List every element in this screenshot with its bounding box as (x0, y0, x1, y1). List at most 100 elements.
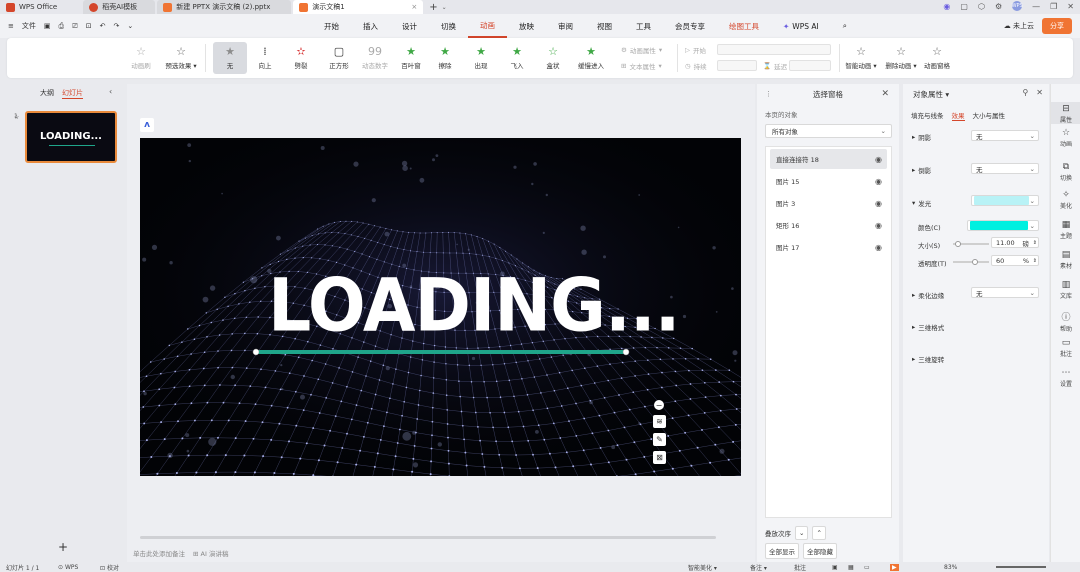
horizontal-scrollbar[interactable] (140, 536, 716, 539)
sidebar-item-transition[interactable]: ⧉ 切换 (1051, 162, 1080, 182)
tab-transition[interactable]: 切换 (429, 14, 468, 38)
collapse-panel-icon[interactable]: ‹ (109, 87, 112, 96)
new-tab-button[interactable]: + (429, 2, 437, 13)
effect-blinds[interactable]: ★ 百叶窗 (397, 42, 425, 74)
glow-color-select[interactable]: ⌄ (967, 220, 1039, 231)
sidebar-item-theme[interactable]: ▦ 主题 (1051, 220, 1080, 240)
reading-view-icon[interactable]: ▭ (864, 564, 870, 571)
tab-slides[interactable]: 幻灯片 (62, 88, 83, 99)
file-menu[interactable]: 文件 (22, 21, 36, 31)
slide-title[interactable]: LOADING... (268, 269, 680, 343)
list-item[interactable]: 图片 3 ◉ (770, 193, 887, 213)
sidebar-item-comments[interactable]: ▭ 批注 (1051, 338, 1080, 358)
animation-properties[interactable]: ⚙ 动画属性 ▾ (621, 45, 662, 55)
move-down-button[interactable]: ⌄ (795, 526, 809, 540)
export-pdf-icon[interactable]: ⎙ (59, 22, 65, 31)
tab-effects[interactable]: 效果 (951, 110, 965, 121)
tab-animation[interactable]: 动画 (468, 14, 507, 38)
tab-wps-office[interactable]: WPS Office (0, 0, 63, 14)
stepper-icon[interactable]: ⇕ (1033, 240, 1037, 246)
skin-icon[interactable]: ⬡ (978, 2, 985, 11)
effect-square[interactable]: ▢ 正方形 (323, 42, 355, 74)
minus-icon[interactable]: − (654, 400, 664, 410)
window-tile-icon[interactable]: ▢ (960, 2, 968, 11)
proofing[interactable]: ⊡ 校对 (100, 563, 119, 572)
save-icon[interactable]: ▣ (44, 22, 51, 30)
delete-animation-button[interactable]: ☆ 删除动画 ▾ (883, 42, 919, 74)
animation-painter-button[interactable]: ☆ 动画刷 (127, 42, 155, 74)
search-icon[interactable]: ⌕ (831, 14, 859, 38)
shadow-section[interactable]: ▸ 阴影 (912, 132, 931, 142)
tab-outline[interactable]: 大纲 (40, 88, 54, 99)
close-icon[interactable]: ✕ (1036, 88, 1043, 97)
redo-icon[interactable]: ↷ (113, 22, 119, 30)
tab-pptx-file[interactable]: 新建 PPTX 演示文稿 (2).pptx (157, 0, 292, 14)
slide[interactable]: LOADING... − ≋ ✎ ⊠ (140, 138, 741, 476)
sidebar-item-help[interactable]: ⓘ 帮助 (1051, 310, 1080, 333)
tab-drawing-tools[interactable]: 绘图工具 (717, 14, 771, 38)
text-properties[interactable]: ⊞ 文本属性 ▾ (621, 61, 662, 71)
sidebar-item-assets[interactable]: ▤ 素材 (1051, 250, 1080, 270)
avatar[interactable]: WPS (1012, 1, 1023, 11)
pen-icon[interactable]: ✎ (653, 433, 666, 446)
tab-fill-line[interactable]: 填充与线条 (911, 110, 944, 121)
comments-toggle[interactable]: 批注 (794, 563, 806, 572)
glow-preset-select[interactable]: ⌄ (971, 195, 1039, 206)
shadow-select[interactable]: 无 ⌄ (971, 130, 1039, 141)
tab-home[interactable]: 开始 (312, 14, 351, 38)
close-window-icon[interactable]: ✕ (1067, 2, 1074, 11)
print-preview-icon[interactable]: ⊡ (86, 22, 92, 30)
duration-input[interactable] (717, 60, 757, 71)
ai-notes-button[interactable]: ⊞ AI 演讲稿 (193, 548, 228, 558)
glow-transparency-slider[interactable] (953, 259, 989, 265)
glow-size-input[interactable]: 11.00 磅 ⇕ (991, 237, 1039, 248)
3d-rotation-section[interactable]: ▸ 三维旋转 (912, 354, 944, 364)
effect-box[interactable]: ☆ 盒状 (541, 42, 565, 74)
effect-dynamic-number[interactable]: 99 动态数字 (359, 42, 391, 74)
list-item[interactable]: 图片 15 ◉ (770, 171, 887, 191)
effect-none[interactable]: ★ 无 (213, 42, 247, 74)
layers-icon[interactable]: ≋ (653, 415, 666, 428)
settings-icon[interactable]: ⚙ (995, 2, 1002, 11)
ai-mark-icon[interactable]: ᴧ (140, 118, 154, 132)
reflection-select[interactable]: 无 ⌄ (971, 163, 1039, 174)
sorter-view-icon[interactable]: ▦ (848, 564, 854, 571)
sidebar-item-settings[interactable]: ⋯ 设置 (1051, 368, 1080, 388)
tab-member[interactable]: 会员专享 (663, 14, 717, 38)
eye-icon[interactable]: ◉ (875, 177, 882, 186)
glow-size-slider[interactable] (953, 241, 989, 247)
eye-icon[interactable]: ◉ (875, 243, 882, 252)
image-icon[interactable]: ⊠ (653, 451, 666, 464)
pane-options-icon[interactable]: ⋮ (765, 90, 772, 98)
slider-knob[interactable] (955, 241, 961, 247)
tab-presentation1[interactable]: 演示文稿1 × (293, 0, 424, 14)
tab-slideshow[interactable]: 放映 (507, 14, 546, 38)
notes-placeholder[interactable]: 单击此处添加备注 (133, 548, 185, 558)
list-item[interactable]: 矩形 16 ◉ (770, 215, 887, 235)
sidebar-item-properties[interactable]: ⊟ 属性 (1051, 102, 1080, 124)
tab-review[interactable]: 审阅 (546, 14, 585, 38)
start-select[interactable] (717, 44, 831, 55)
soft-edges-select[interactable]: 无 ⌄ (971, 287, 1039, 298)
list-item[interactable]: 直接连接符 18 ◉ (770, 149, 887, 169)
animation-pane-button[interactable]: ☆ 动画窗格 (921, 42, 953, 74)
play-slideshow-icon[interactable]: ▶ (890, 563, 899, 571)
close-tab-icon[interactable]: × (411, 3, 417, 11)
add-slide-button[interactable]: + (58, 540, 68, 554)
glow-section[interactable]: ▾ 发光 (912, 198, 931, 208)
tab-docer-ai[interactable]: 稻壳AI模板 (83, 0, 156, 14)
soft-edges-section[interactable]: ▸ 柔化边缘 (912, 290, 944, 300)
line-handle-start[interactable] (252, 348, 260, 356)
ai-assistant-icon[interactable]: ◉ (943, 2, 950, 11)
zoom-level[interactable]: 83% (944, 564, 957, 571)
effect-wipe[interactable]: ★ 擦除 (433, 42, 457, 74)
cloud-status[interactable]: ☁ 未上云 (1004, 21, 1034, 31)
line-handle-end[interactable] (622, 348, 630, 356)
list-item[interactable]: 图片 17 ◉ (770, 237, 887, 257)
zoom-slider[interactable] (996, 566, 1046, 568)
tab-insert[interactable]: 插入 (351, 14, 390, 38)
chevron-down-icon[interactable]: ⌄ (442, 4, 447, 11)
print-icon[interactable]: ⎚ (72, 22, 78, 31)
glow-transparency-input[interactable]: 60% ⇕ (991, 255, 1039, 266)
tab-wps-ai[interactable]: ✦ WPS AI (771, 14, 831, 38)
